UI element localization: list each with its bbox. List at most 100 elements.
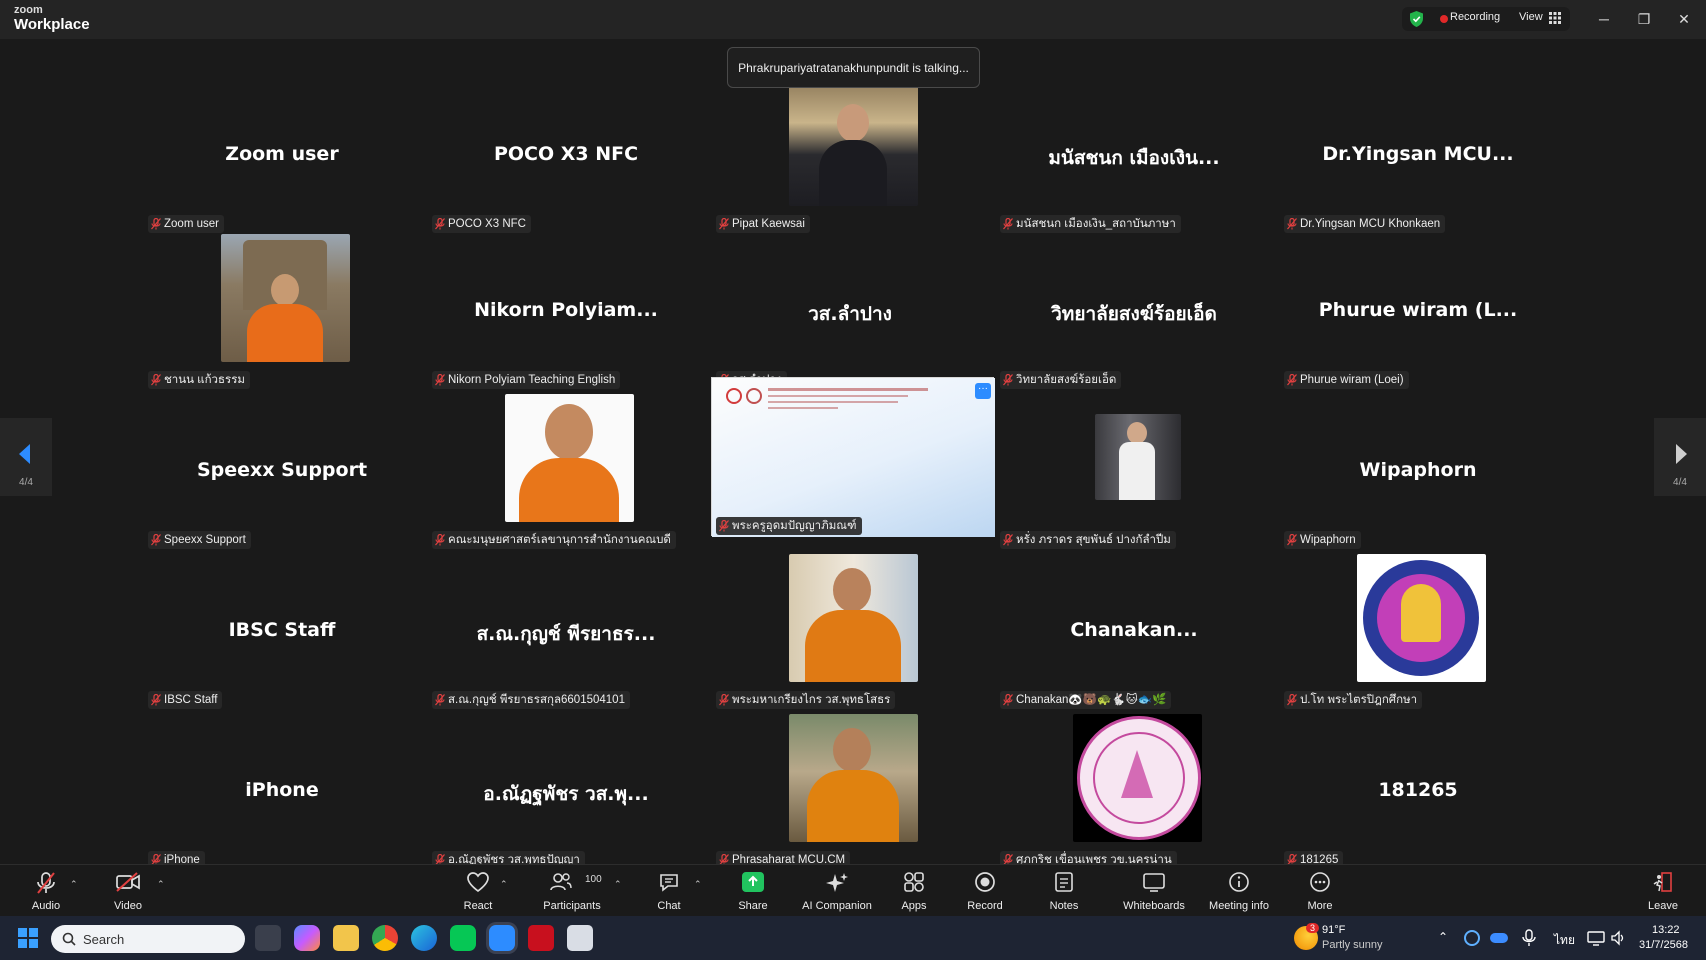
participant-tile[interactable]: 181265 181265 bbox=[1278, 713, 1558, 870]
participants-button[interactable]: 100 Participants bbox=[541, 865, 603, 917]
microphone-tray-icon[interactable] bbox=[1522, 929, 1536, 947]
participant-tile[interactable]: ส.ณ.กุญช์ พีรยาธร... ส.ณ.กุญช์ พีรยาธรสก… bbox=[426, 553, 706, 710]
view-grid-icon[interactable] bbox=[1549, 12, 1561, 24]
input-language[interactable]: ไทย bbox=[1554, 931, 1575, 950]
previous-page-button[interactable]: 4/4 bbox=[0, 418, 52, 496]
participant-tile[interactable]: IBSC Staff IBSC Staff bbox=[142, 553, 422, 710]
apps-icon bbox=[904, 872, 924, 892]
video-off-icon bbox=[116, 872, 140, 892]
onedrive-cloud-icon[interactable] bbox=[1490, 933, 1508, 943]
snipping-tool-icon[interactable] bbox=[567, 925, 593, 951]
zoom-app-icon[interactable] bbox=[489, 925, 515, 951]
chat-options-caret[interactable]: ⌃ bbox=[694, 879, 702, 890]
sync-icon[interactable] bbox=[1464, 930, 1480, 946]
participant-tile[interactable]: Zoom user Zoom user bbox=[142, 77, 422, 234]
participant-tile[interactable]: Phrasaharat MCU.CM bbox=[710, 713, 990, 870]
participant-tile[interactable]: ชานน แก้วธรรม bbox=[142, 233, 422, 390]
network-icon[interactable] bbox=[1587, 930, 1605, 946]
participant-tile[interactable]: วิทยาลัยสงฆ์ร้อยเอ็ด วิทยาลัยสงฆ์ร้อยเอ็… bbox=[994, 233, 1274, 390]
ai-companion-button[interactable]: AI Companion bbox=[800, 865, 874, 917]
copilot-icon[interactable] bbox=[294, 925, 320, 951]
react-options-caret[interactable]: ⌃ bbox=[500, 879, 508, 890]
participant-tile[interactable]: POCO X3 NFC POCO X3 NFC bbox=[426, 77, 706, 234]
audio-options-caret[interactable]: ⌃ bbox=[70, 879, 78, 890]
clock-time[interactable]: 13:22 bbox=[1652, 924, 1680, 936]
mic-muted-icon bbox=[1287, 374, 1297, 386]
participants-options-caret[interactable]: ⌃ bbox=[614, 879, 622, 890]
tray-chevron-icon[interactable]: ⌃ bbox=[1438, 930, 1448, 944]
participant-tile[interactable]: วส.ลำปาง วส.ลำปาง bbox=[710, 233, 990, 390]
participant-big-name: อ.ณัฏฐพัชร วส.พุ... bbox=[483, 783, 649, 805]
participant-tile[interactable]: ป.โท พระไตรปิฎกศึกษา bbox=[1278, 553, 1558, 710]
clock-date[interactable]: 31/7/2568 bbox=[1639, 939, 1688, 951]
participant-tile[interactable]: Phurue wiram (L... Phurue wiram (Loei) bbox=[1278, 233, 1558, 390]
volume-icon[interactable] bbox=[1610, 930, 1626, 946]
meeting-info-button[interactable]: Meeting info bbox=[1207, 865, 1271, 917]
participant-tile[interactable]: Speexx Support Speexx Support bbox=[142, 393, 422, 550]
participant-tile[interactable]: อ.ณัฏฐพัชร วส.พุ... อ.ณัฏฐพัชร วส.พุทธปั… bbox=[426, 713, 706, 870]
participant-tile[interactable]: Chanakan... Chanakan🐼🐻🐢🐇🐱🐟🌿 bbox=[994, 553, 1274, 710]
screen-share-tile[interactable]: ··· พระครูอุดมปัญญาภิมณฑ์ bbox=[711, 377, 995, 537]
participant-name-label: คณะมนุษยศาสตร์เลขานุการสำนักงานคณบดี bbox=[432, 531, 676, 549]
participant-tile[interactable]: คณะมนุษยศาสตร์เลขานุการสำนักงานคณบดี bbox=[426, 393, 706, 550]
participant-name-label: Speexx Support bbox=[148, 531, 251, 549]
close-button[interactable]: ✕ bbox=[1669, 6, 1699, 32]
next-page-button[interactable]: 4/4 bbox=[1654, 418, 1706, 496]
audio-label: Audio bbox=[31, 900, 61, 912]
notes-button[interactable]: Notes bbox=[1045, 865, 1083, 917]
encryption-shield-icon[interactable] bbox=[1408, 10, 1425, 28]
weather-badge: 3 bbox=[1306, 923, 1320, 933]
participant-tile[interactable]: Dr.Yingsan MCU... Dr.Yingsan MCU Khonkae… bbox=[1278, 77, 1558, 234]
mic-muted-icon bbox=[1287, 218, 1297, 230]
mic-muted-icon bbox=[1003, 374, 1013, 386]
participant-tile[interactable]: หรั่ง ภราดร สุขพันธ์ ปางกัลำปีม bbox=[994, 393, 1274, 550]
windows-start-icon[interactable] bbox=[18, 928, 38, 948]
mic-muted-icon bbox=[435, 374, 445, 386]
participant-name-label: ส.ณ.กุญช์ พีรยาธรสกุล6601504101 bbox=[432, 691, 630, 709]
chrome-icon[interactable] bbox=[372, 925, 398, 951]
edge-icon[interactable] bbox=[411, 925, 437, 951]
participant-tile[interactable]: มนัสชนก เมืองเงิน... มนัสชนก เมืองเงิน_ส… bbox=[994, 77, 1274, 234]
leave-button[interactable]: Leave bbox=[1645, 865, 1681, 917]
more-button[interactable]: More bbox=[1300, 865, 1340, 917]
participant-tile[interactable]: iPhone iPhone bbox=[142, 713, 422, 870]
video-options-caret[interactable]: ⌃ bbox=[157, 879, 165, 890]
participant-name-label: Wipaphorn bbox=[1284, 531, 1361, 549]
participant-big-name: Speexx Support bbox=[196, 459, 368, 481]
video-button[interactable]: Video bbox=[104, 865, 152, 917]
line-app-icon[interactable] bbox=[450, 925, 476, 951]
react-button[interactable]: React bbox=[456, 865, 500, 917]
profile-photo bbox=[789, 78, 918, 206]
mic-muted-icon bbox=[435, 534, 445, 546]
participant-big-name: ส.ณ.กุญช์ พีรยาธร... bbox=[476, 623, 656, 645]
participant-big-name: Dr.Yingsan MCU... bbox=[1322, 143, 1514, 165]
minimize-button[interactable]: ─ bbox=[1589, 6, 1619, 32]
mic-muted-icon bbox=[435, 694, 445, 706]
recording-label[interactable]: Recording bbox=[1450, 11, 1500, 23]
share-button[interactable]: Share bbox=[732, 865, 774, 917]
participant-tile[interactable]: พระมหาเกรียงไกร วส.พุทธโสธร bbox=[710, 553, 990, 710]
taskbar-search[interactable]: Search bbox=[51, 925, 245, 953]
participant-tile[interactable]: ศุภกริช เขื่อนเพชร วข.นครน่าน bbox=[994, 713, 1274, 870]
view-button[interactable]: View bbox=[1519, 11, 1543, 23]
apps-button[interactable]: Apps bbox=[896, 865, 932, 917]
restore-button[interactable]: ❐ bbox=[1629, 6, 1659, 32]
participant-tile[interactable]: Pipat Kaewsai bbox=[710, 77, 990, 234]
more-options-icon[interactable]: ··· bbox=[975, 383, 991, 399]
participant-name-text: IBSC Staff bbox=[164, 694, 218, 706]
participants-label: Participants bbox=[543, 900, 601, 912]
info-icon bbox=[1229, 872, 1249, 892]
whiteboards-button[interactable]: Whiteboards bbox=[1121, 865, 1187, 917]
participant-big-name: วิทยาลัยสงฆ์ร้อยเอ็ด bbox=[1051, 303, 1217, 325]
participant-tile[interactable]: Wipaphorn Wipaphorn bbox=[1278, 393, 1558, 550]
audio-button[interactable]: Audio bbox=[22, 865, 70, 917]
participant-tile[interactable]: Nikorn Polyiam... Nikorn Polyiam Teachin… bbox=[426, 233, 706, 390]
chat-button[interactable]: Chat bbox=[650, 865, 688, 917]
task-view-icon[interactable] bbox=[255, 925, 281, 951]
acrobat-icon[interactable] bbox=[528, 925, 554, 951]
participant-big-name: วส.ลำปาง bbox=[808, 303, 892, 325]
record-button[interactable]: Record bbox=[964, 865, 1006, 917]
participant-big-name: มนัสชนก เมืองเงิน... bbox=[1048, 147, 1220, 169]
file-explorer-icon[interactable] bbox=[333, 925, 359, 951]
logo-small-text: zoom bbox=[14, 4, 43, 16]
